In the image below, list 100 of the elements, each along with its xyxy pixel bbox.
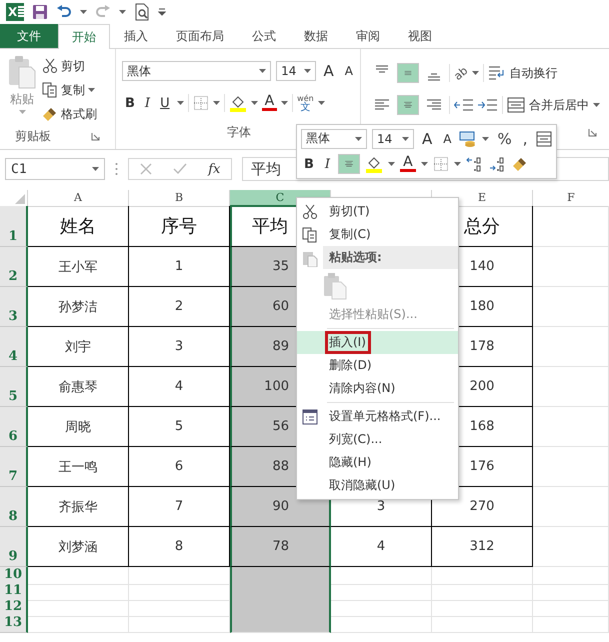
- font-name-field[interactable]: 黑体: [301, 128, 367, 149]
- save-icon[interactable]: [32, 4, 48, 20]
- dropdown-caret-icon[interactable]: [80, 10, 87, 14]
- grow-font-button[interactable]: A: [419, 130, 436, 148]
- row-header[interactable]: 2: [0, 247, 28, 287]
- ribbon-tab[interactable]: 视图: [394, 24, 446, 48]
- increase-indent-icon[interactable]: [478, 97, 498, 113]
- phonetic-button[interactable]: wén 文: [297, 94, 314, 112]
- merge-icon[interactable]: [536, 130, 552, 147]
- row-header[interactable]: 11: [0, 583, 28, 601]
- column-header[interactable]: A: [28, 190, 129, 207]
- dropdown-caret-icon[interactable]: [250, 101, 258, 105]
- dropdown-caret-icon[interactable]: [482, 136, 490, 141]
- shrink-font-button[interactable]: A: [440, 132, 454, 146]
- bold-button[interactable]: B: [301, 156, 317, 172]
- borders-icon[interactable]: [192, 95, 209, 111]
- dropdown-caret-icon[interactable]: [119, 10, 126, 14]
- undo-icon[interactable]: [56, 5, 72, 19]
- row-header[interactable]: 9: [0, 527, 28, 567]
- column-header[interactable]: F: [533, 190, 609, 207]
- shrink-font-button[interactable]: A: [342, 64, 356, 78]
- row-header[interactable]: 12: [0, 599, 28, 617]
- ribbon-tab[interactable]: 审阅: [342, 24, 394, 48]
- ribbon-tab[interactable]: 开始: [58, 24, 110, 49]
- group-label: 剪贴板: [15, 128, 51, 144]
- menu-section-heading: 粘贴选项:: [323, 246, 458, 269]
- italic-button[interactable]: I: [142, 96, 154, 110]
- ribbon-tab[interactable]: 页面布局: [162, 24, 238, 48]
- cut-button[interactable]: 剪切: [42, 55, 97, 77]
- dropdown-caret-icon[interactable]: [593, 103, 600, 107]
- dropdown-caret-icon[interactable]: [92, 167, 99, 171]
- ribbon-tab[interactable]: 数据: [290, 24, 342, 48]
- format-cells-icon: [302, 408, 318, 424]
- table-cell: 312: [432, 527, 533, 567]
- row-header[interactable]: 13: [0, 615, 28, 633]
- table-cell: 78: [230, 527, 331, 567]
- row-header[interactable]: 5: [0, 367, 28, 407]
- row-header[interactable]: 1: [0, 206, 28, 247]
- font-name-field[interactable]: 黑体: [122, 61, 272, 81]
- font-size-field[interactable]: 14: [372, 128, 414, 149]
- table-cell: 周晓: [28, 407, 129, 447]
- name-box[interactable]: C1: [5, 158, 105, 180]
- insert-function-button[interactable]: fx: [208, 162, 220, 176]
- font-color-button[interactable]: A: [262, 95, 278, 111]
- excel-logo-icon[interactable]: X: [6, 3, 24, 21]
- row-header[interactable]: 8: [0, 487, 28, 527]
- format-painter-button[interactable]: 格式刷: [42, 103, 97, 125]
- dropdown-caret-icon[interactable]: [318, 101, 325, 105]
- percent-button[interactable]: %: [494, 130, 515, 148]
- fill-color-icon[interactable]: [228, 94, 247, 112]
- underline-button[interactable]: U: [157, 96, 173, 110]
- dropdown-caret-icon[interactable]: [304, 69, 311, 73]
- fill-color-icon[interactable]: [365, 155, 384, 174]
- ribbon-tab[interactable]: 插入: [110, 24, 162, 48]
- row-header[interactable]: 7: [0, 447, 28, 487]
- row-header[interactable]: 4: [0, 327, 28, 367]
- grow-font-button[interactable]: A: [320, 62, 337, 80]
- copy-icon: [302, 226, 318, 242]
- header-cell: 姓名: [28, 206, 129, 247]
- currency-icon[interactable]: [459, 130, 478, 147]
- row-header[interactable]: 3: [0, 287, 28, 327]
- ribbon-tab[interactable]: 公式: [238, 24, 290, 48]
- table-cell: 王小军: [28, 247, 129, 287]
- orientation-button[interactable]: ab: [451, 64, 470, 82]
- dropdown-caret-icon[interactable]: [420, 162, 428, 166]
- dropdown-caret-icon[interactable]: [402, 136, 409, 141]
- format-painter-icon[interactable]: [512, 156, 528, 172]
- customize-icon[interactable]: [158, 8, 166, 16]
- row-header[interactable]: 10: [0, 567, 28, 585]
- comma-style-button[interactable]: ,: [520, 130, 531, 148]
- scissors-icon: [42, 58, 58, 74]
- merge-center-button[interactable]: 合并后居中: [507, 94, 589, 116]
- dialog-launcher-icon[interactable]: [91, 132, 100, 140]
- font-color-button[interactable]: A: [400, 156, 416, 172]
- align-center-icon[interactable]: [338, 154, 360, 174]
- dropdown-caret-icon[interactable]: [212, 101, 220, 105]
- file-tab[interactable]: 文件: [0, 24, 58, 48]
- wrap-text-button[interactable]: 自动换行: [488, 62, 558, 84]
- brush-icon: [42, 106, 58, 122]
- dialog-launcher-icon[interactable]: [588, 128, 597, 136]
- bold-button[interactable]: B: [122, 96, 138, 110]
- italic-button[interactable]: I: [322, 156, 334, 172]
- dropdown-caret-icon[interactable]: [388, 162, 396, 166]
- dropdown-caret-icon[interactable]: [259, 69, 266, 73]
- dropdown-caret-icon[interactable]: [454, 162, 461, 166]
- merge-icon: [507, 97, 525, 113]
- copy-button[interactable]: 复制: [42, 79, 97, 101]
- row-header[interactable]: 6: [0, 407, 28, 447]
- dropdown-caret-icon[interactable]: [472, 71, 479, 75]
- table-cell: 齐振华: [28, 487, 129, 527]
- dropdown-caret-icon[interactable]: [176, 101, 184, 105]
- dropdown-caret-icon[interactable]: [355, 136, 362, 141]
- print-preview-icon[interactable]: [134, 3, 150, 21]
- table-cell: 俞惠琴: [28, 367, 129, 407]
- decrease-indent-icon[interactable]: [454, 97, 474, 113]
- paste-button[interactable]: 粘贴: [6, 55, 38, 127]
- table-cell: 刘宇: [28, 327, 129, 367]
- font-size-field[interactable]: 14: [276, 61, 316, 81]
- borders-icon[interactable]: [432, 156, 449, 172]
- dropdown-caret-icon[interactable]: [281, 101, 288, 105]
